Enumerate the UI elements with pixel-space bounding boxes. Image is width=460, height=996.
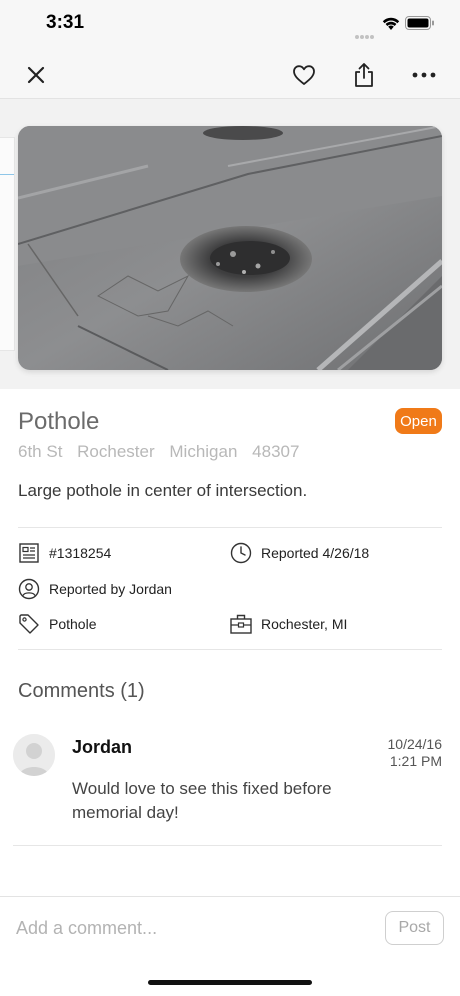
photo-carousel[interactable] [0, 99, 460, 389]
reported-date: Reported 4/26/18 [261, 545, 370, 561]
comment-author: Jordan [72, 737, 133, 757]
location: Rochester, MI [261, 616, 348, 632]
comment-text: Would love to see this fixed before memo… [72, 779, 332, 822]
reported-date-row: Reported 4/26/18 [230, 542, 369, 564]
address-street: 6th St [18, 442, 63, 461]
divider [18, 527, 442, 528]
battery-icon [405, 16, 435, 36]
compose-bar: Post [0, 896, 460, 996]
comments-heading: Comments (1) [18, 680, 145, 702]
address-state: Michigan [169, 442, 238, 461]
divider [18, 649, 442, 650]
divider [13, 845, 442, 846]
category-row: Pothole [18, 613, 96, 635]
issue-address: 6th St Rochester Michigan 48307 [18, 442, 309, 462]
wifi-icon [381, 16, 401, 36]
issue-id-row: #1318254 [18, 542, 111, 564]
location-row: Rochester, MI [230, 613, 347, 635]
status-time: 3:31 [46, 12, 85, 33]
comment-timestamp: 10/24/16 1:21 PM [388, 736, 443, 770]
comment-time: 1:21 PM [389, 753, 442, 769]
issue-photo[interactable] [18, 126, 442, 370]
home-indicator [148, 980, 312, 985]
address-zip: 48307 [252, 442, 300, 461]
more-icon[interactable] [409, 60, 439, 90]
close-icon[interactable] [21, 60, 51, 90]
issue-detail-screen: 3:31 Pothole Open 6th St Rochester Michi… [0, 0, 460, 996]
avatar[interactable] [13, 734, 55, 776]
signal-icon [355, 26, 375, 44]
address-city: Rochester [77, 442, 155, 461]
nav-bar [0, 50, 460, 99]
share-icon[interactable] [349, 60, 379, 90]
post-button[interactable]: Post [385, 911, 444, 945]
issue-id: #1318254 [49, 545, 112, 561]
previous-card-peek[interactable] [0, 137, 15, 351]
comment-input[interactable] [16, 915, 366, 941]
reported-by: Reported by Jordan [49, 581, 172, 597]
issue-description: Large pothole in center of intersection. [18, 481, 308, 500]
document-icon [18, 542, 40, 564]
briefcase-icon [230, 613, 252, 635]
comment-date: 10/24/16 [387, 736, 443, 752]
issue-title: Pothole [18, 408, 100, 435]
status-badge: Open [395, 408, 442, 434]
reporter-row: Reported by Jordan [18, 578, 172, 600]
tag-icon [18, 613, 40, 635]
heart-icon[interactable] [289, 60, 319, 90]
user-icon [18, 578, 40, 600]
clock-icon [230, 542, 252, 564]
status-bar: 3:31 [0, 0, 460, 50]
category: Pothole [49, 616, 97, 632]
